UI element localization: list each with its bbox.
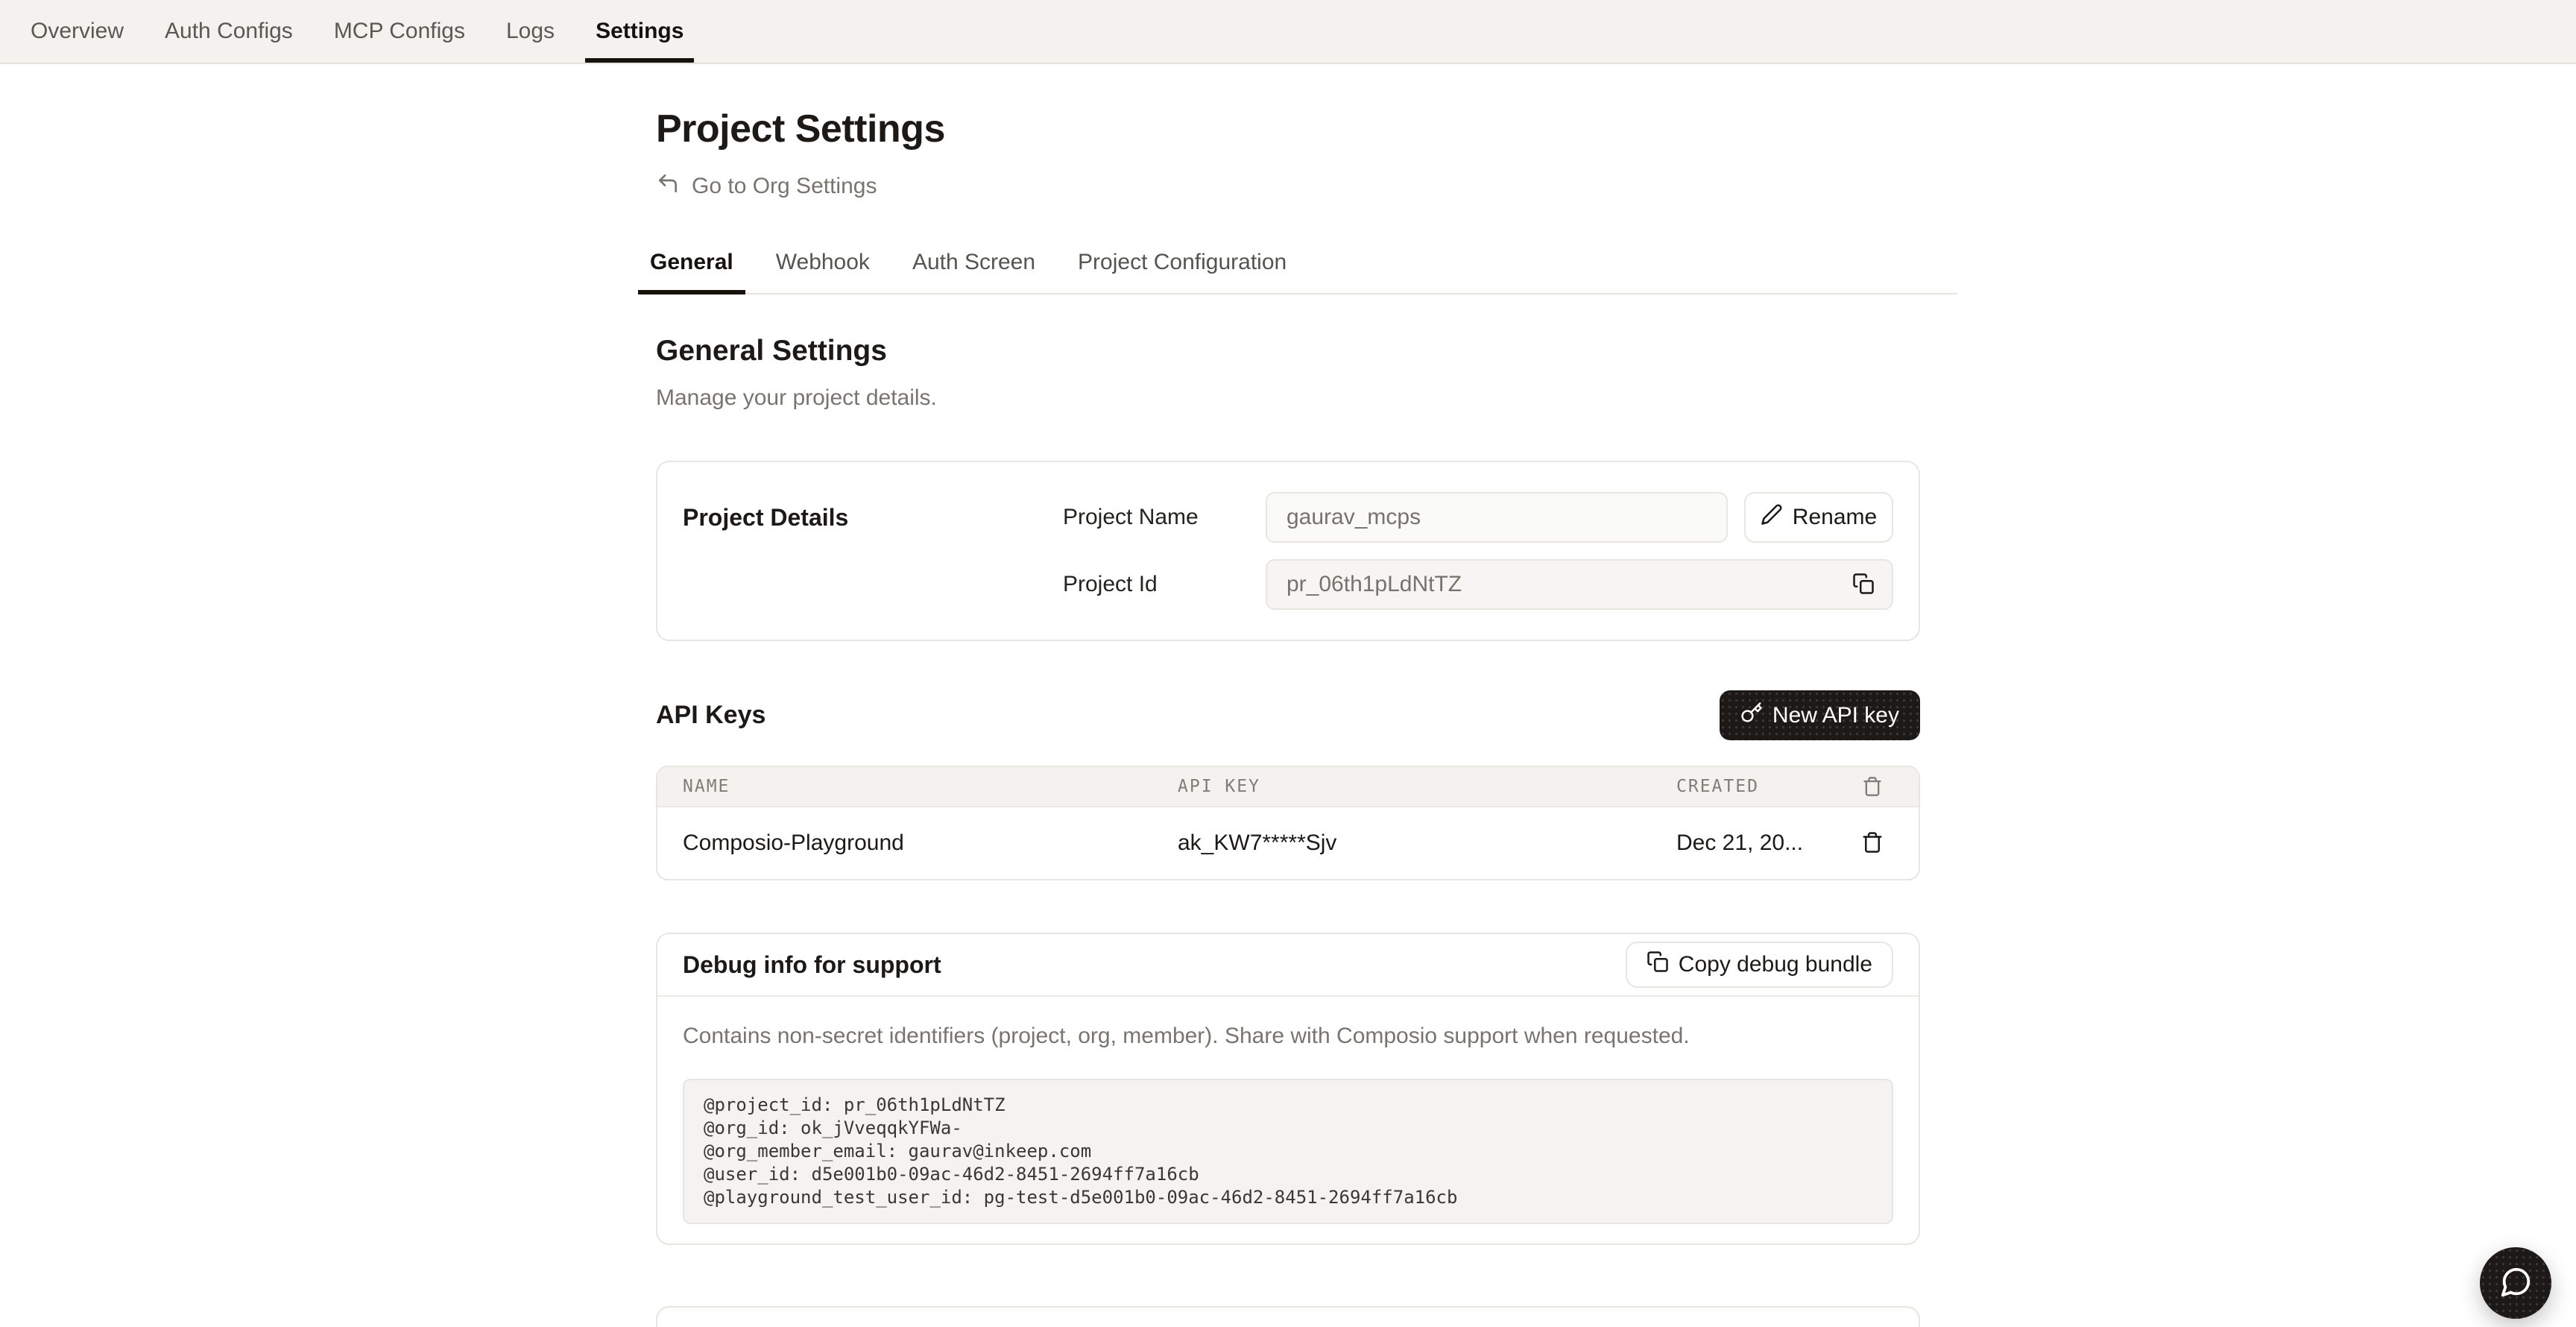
- project-details-card: Project Details Project Name gaurav_mcps…: [656, 461, 1920, 641]
- project-name-row: Project Name gaurav_mcps Rename: [1063, 492, 1893, 543]
- copy-icon: [1852, 573, 1875, 597]
- api-key-created: Dec 21, 20...: [1676, 830, 1852, 856]
- code-line: @org_id: ok_jVveqqkYFWa-: [704, 1117, 1872, 1140]
- trash-icon: [1861, 831, 1884, 856]
- api-keys-heading: API Keys: [656, 701, 765, 730]
- project-name-input[interactable]: gaurav_mcps: [1266, 492, 1728, 543]
- nav-item-settings[interactable]: Settings: [585, 0, 694, 63]
- next-section-card: [656, 1306, 1920, 1327]
- nav-item-logs[interactable]: Logs: [496, 0, 565, 63]
- code-line: @project_id: pr_06th1pLdNtTZ: [704, 1094, 1872, 1117]
- debug-identifiers-code-block: @project_id: pr_06th1pLdNtTZ @org_id: ok…: [683, 1079, 1893, 1224]
- back-link-label: Go to Org Settings: [692, 174, 877, 199]
- copy-debug-bundle-label: Copy debug bundle: [1679, 952, 1872, 977]
- settings-tabs: General Webhook Auth Screen Project Conf…: [638, 249, 1957, 294]
- api-keys-table-header: NAME API KEY CREATED: [657, 767, 1919, 807]
- go-to-org-settings-link[interactable]: Go to Org Settings: [656, 171, 877, 201]
- nav-item-auth-configs[interactable]: Auth Configs: [154, 0, 303, 63]
- debug-info-card: Debug info for support Copy debug bundle…: [656, 933, 1920, 1245]
- col-header-name: NAME: [683, 777, 1178, 796]
- tab-webhook[interactable]: Webhook: [764, 249, 882, 293]
- section-heading: General Settings: [656, 333, 1920, 369]
- rename-button[interactable]: Rename: [1744, 492, 1893, 543]
- col-header-created: CREATED: [1676, 777, 1852, 796]
- project-id-row: Project Id pr_06th1pLdNtTZ: [1063, 559, 1893, 610]
- project-id-value: pr_06th1pLdNtTZ: [1287, 572, 1462, 597]
- debug-card-header: Debug info for support Copy debug bundle: [657, 934, 1919, 997]
- api-keys-header: API Keys New API key: [656, 690, 1920, 740]
- nav-item-overview[interactable]: Overview: [20, 0, 134, 63]
- copy-project-id-button[interactable]: [1850, 571, 1877, 598]
- api-key-masked: ak_KW7*****Sjv: [1178, 830, 1676, 856]
- tab-auth-screen[interactable]: Auth Screen: [900, 249, 1047, 293]
- tab-general[interactable]: General: [638, 249, 745, 293]
- debug-description: Contains non-secret identifiers (project…: [683, 1022, 1893, 1050]
- nav-item-mcp-configs[interactable]: MCP Configs: [323, 0, 476, 63]
- section-subheading: Manage your project details.: [656, 384, 1920, 412]
- api-keys-table: NAME API KEY CREATED Composio-Playground…: [656, 766, 1920, 880]
- new-api-key-label: New API key: [1772, 703, 1899, 728]
- page-title: Project Settings: [656, 106, 1920, 152]
- debug-card-title: Debug info for support: [683, 951, 941, 979]
- top-nav: Overview Auth Configs MCP Configs Logs S…: [0, 0, 2576, 64]
- copy-debug-bundle-button[interactable]: Copy debug bundle: [1626, 942, 1893, 988]
- pencil-icon: [1761, 503, 1783, 532]
- code-line: @playground_test_user_id: pg-test-d5e001…: [704, 1186, 1872, 1209]
- settings-page: Project Settings Go to Org Settings Gene…: [638, 106, 1957, 1327]
- api-key-name: Composio-Playground: [683, 830, 1178, 856]
- project-name-label: Project Name: [1063, 505, 1266, 530]
- corner-up-left-icon: [656, 171, 680, 201]
- chat-support-button[interactable]: [2480, 1247, 2551, 1319]
- new-api-key-button[interactable]: New API key: [1720, 690, 1920, 740]
- code-line: @org_member_email: gaurav@inkeep.com: [704, 1140, 1872, 1163]
- project-id-input: pr_06th1pLdNtTZ: [1266, 559, 1893, 610]
- code-line: @user_id: d5e001b0-09ac-46d2-8451-2694ff…: [704, 1163, 1872, 1186]
- project-details-title: Project Details: [683, 492, 1063, 610]
- copy-icon: [1647, 951, 1669, 979]
- delete-api-key-button[interactable]: [1852, 831, 1893, 856]
- col-header-api-key: API KEY: [1178, 777, 1676, 796]
- project-id-label: Project Id: [1063, 572, 1266, 597]
- rename-button-label: Rename: [1793, 505, 1877, 530]
- tab-project-configuration[interactable]: Project Configuration: [1066, 249, 1298, 293]
- key-icon: [1740, 702, 1763, 730]
- chat-bubble-icon: [2498, 1265, 2533, 1302]
- trash-icon: [1852, 776, 1893, 797]
- api-key-row: Composio-Playground ak_KW7*****Sjv Dec 2…: [657, 807, 1919, 879]
